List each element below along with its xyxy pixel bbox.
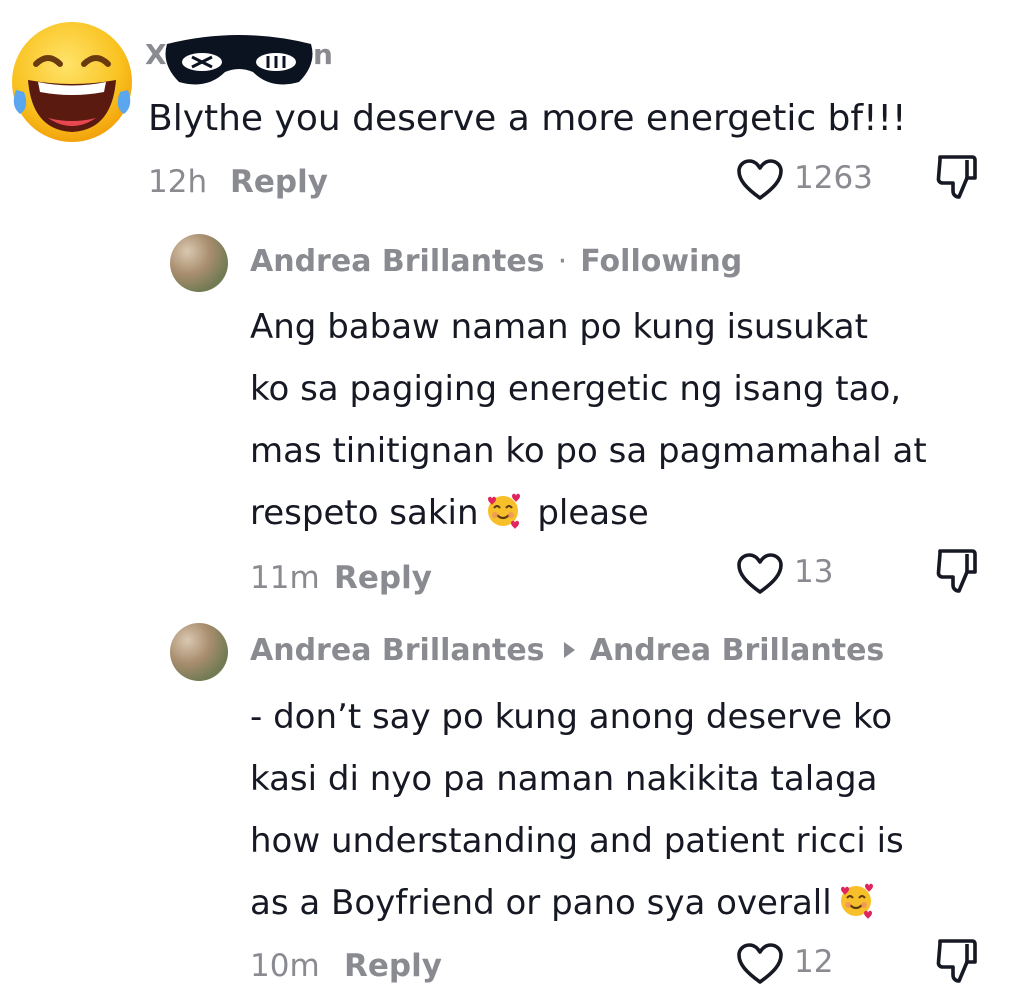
reply-2-header: Andrea Brillantes Andrea Brillantes bbox=[250, 633, 884, 668]
reply-1-line-3: mas tinitignan ko po sa pagmamahal at bbox=[250, 431, 927, 471]
heart-outline-icon bbox=[736, 942, 784, 986]
reply-1-like-button[interactable]: 13 bbox=[736, 550, 856, 600]
reply-2-body: - don’t say po kung anong deserve ko kas… bbox=[250, 686, 904, 934]
reply-2-line-4: as a Boyfriend or pano sya overall bbox=[250, 872, 904, 934]
username-redacted[interactable]: X n bbox=[145, 30, 345, 90]
commenter-avatar-laughing-emoji[interactable] bbox=[8, 18, 136, 146]
comment-reply-button[interactable]: Reply bbox=[230, 164, 328, 200]
reply-2-line-2: kasi di nyo pa naman nakikita talaga bbox=[250, 759, 878, 799]
thumbs-down-icon bbox=[934, 546, 982, 596]
reply-2-author[interactable]: Andrea Brillantes bbox=[250, 633, 545, 668]
reply-1-separator: · bbox=[557, 244, 568, 279]
reply-2-like-count: 12 bbox=[794, 944, 834, 980]
reply-2-dislike-button[interactable] bbox=[934, 936, 982, 986]
reply-2-reply-to[interactable]: Andrea Brillantes bbox=[590, 633, 885, 668]
reply-1-dislike-button[interactable] bbox=[934, 546, 982, 596]
reply-2-line-3: how understanding and patient ricci is bbox=[250, 821, 904, 861]
reply-1-line-4-text: respeto sakin bbox=[250, 493, 479, 533]
heart-outline-icon bbox=[736, 552, 784, 596]
reply-1-following-tag: Following bbox=[580, 244, 743, 279]
smiling-face-with-hearts-icon bbox=[836, 880, 876, 920]
reply-1-body: Ang babaw naman po kung isusukat ko sa p… bbox=[250, 296, 927, 544]
thumbs-down-icon bbox=[934, 152, 982, 202]
reply-2-reply-button[interactable]: Reply bbox=[344, 948, 442, 984]
reply-2-line-1: - don’t say po kung anong deserve ko bbox=[250, 697, 893, 737]
thumbs-down-icon bbox=[934, 936, 982, 986]
reply-1-line-2: ko sa pagiging energetic ng isang tao, bbox=[250, 369, 902, 409]
comment-time: 12h bbox=[148, 164, 208, 200]
reply-2-time: 10m bbox=[250, 948, 320, 984]
reply-1-line-4: respeto sakin please bbox=[250, 482, 927, 544]
heart-outline-icon bbox=[736, 158, 784, 202]
reply-1-line-1: Ang babaw naman po kung isusukat bbox=[250, 307, 868, 347]
reply-1-avatar[interactable] bbox=[170, 234, 228, 292]
reply-2-line-4-text: as a Boyfriend or pano sya overall bbox=[250, 883, 832, 923]
smiling-face-with-hearts-icon bbox=[483, 490, 523, 530]
reply-1-time: 11m bbox=[250, 560, 320, 596]
reply-1-header: Andrea Brillantes · Following bbox=[250, 244, 742, 279]
reply-1-line-4-after: please bbox=[526, 493, 649, 533]
reply-1-reply-button[interactable]: Reply bbox=[334, 560, 432, 596]
comment-like-count: 1263 bbox=[794, 160, 873, 196]
reply-1-author[interactable]: Andrea Brillantes bbox=[250, 244, 545, 279]
redaction-mask-icon bbox=[159, 30, 319, 90]
comment-dislike-button[interactable] bbox=[934, 152, 982, 202]
comment-like-button[interactable]: 1263 bbox=[736, 156, 896, 206]
reply-1-like-count: 13 bbox=[794, 554, 834, 590]
reply-2-avatar[interactable] bbox=[170, 623, 228, 681]
comment-text: Blythe you deserve a more energetic bf!!… bbox=[148, 98, 907, 139]
reply-2-like-button[interactable]: 12 bbox=[736, 940, 856, 990]
reply-to-arrow-icon bbox=[563, 642, 575, 658]
